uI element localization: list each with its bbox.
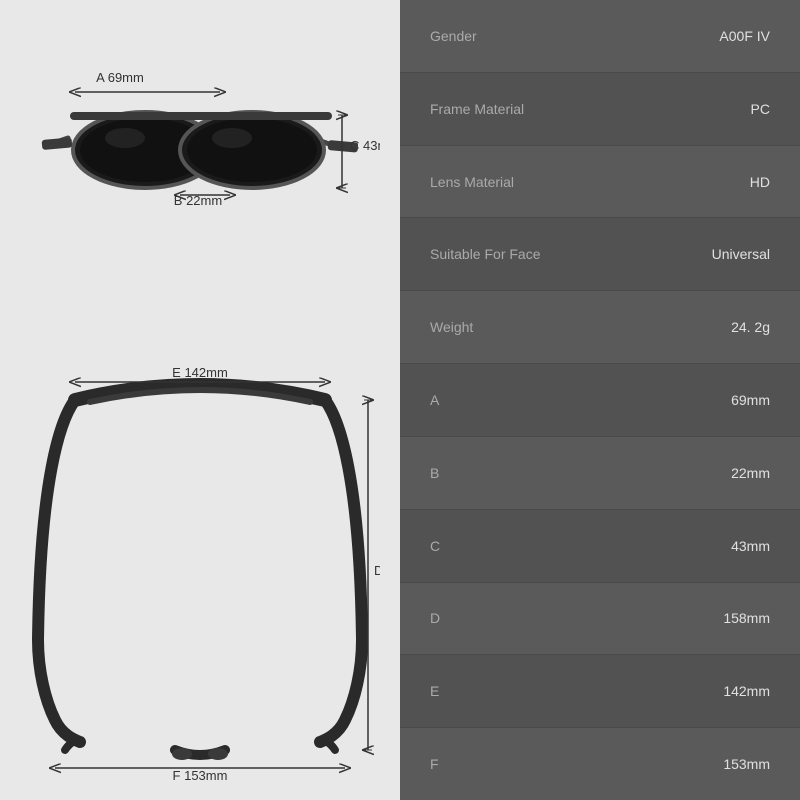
spec-row: Suitable For Face Universal bbox=[400, 218, 800, 291]
spec-row: Weight 24. 2g bbox=[400, 291, 800, 364]
spec-label: Suitable For Face bbox=[430, 246, 541, 262]
spec-label: B bbox=[430, 465, 439, 481]
spec-row: D 158mm bbox=[400, 583, 800, 656]
spec-label: Gender bbox=[430, 28, 477, 44]
spec-label: C bbox=[430, 538, 440, 554]
spec-value: Universal bbox=[712, 246, 770, 262]
spec-label: D bbox=[430, 610, 440, 626]
dim-c-label: C 43mm bbox=[350, 138, 380, 153]
spec-row: Lens Material HD bbox=[400, 146, 800, 219]
spec-label: Frame Material bbox=[430, 101, 524, 117]
top-diagram-svg: A 69mm B 22mm C 43mm bbox=[20, 20, 380, 360]
spec-value: A00F IV bbox=[719, 28, 770, 44]
dim-a-label: A 69mm bbox=[96, 70, 144, 85]
bottom-diagram-svg: D 158mm E 142mm F 153mm bbox=[20, 360, 380, 780]
spec-label: A bbox=[430, 392, 439, 408]
spec-label: Lens Material bbox=[430, 174, 514, 190]
left-panel: A 69mm B 22mm C 43mm bbox=[0, 0, 400, 800]
spec-row: E 142mm bbox=[400, 655, 800, 728]
spec-value: 43mm bbox=[731, 538, 770, 554]
spec-value: 22mm bbox=[731, 465, 770, 481]
spec-row: A 69mm bbox=[400, 364, 800, 437]
spec-value: 69mm bbox=[731, 392, 770, 408]
bottom-diagram: D 158mm E 142mm F 153mm bbox=[20, 360, 380, 780]
dim-f-label: F 153mm bbox=[173, 768, 228, 780]
spec-value: 142mm bbox=[723, 683, 770, 699]
right-panel: Gender A00F IV Frame Material PC Lens Materi… bbox=[400, 0, 800, 800]
spec-value: 153mm bbox=[723, 756, 770, 772]
spec-value: 158mm bbox=[723, 610, 770, 626]
spec-value: 24. 2g bbox=[731, 319, 770, 335]
spec-value: HD bbox=[750, 174, 770, 190]
dim-d-label: D 158mm bbox=[374, 563, 380, 578]
spec-row: C 43mm bbox=[400, 510, 800, 583]
spec-value: PC bbox=[751, 101, 770, 117]
spec-row: Gender A00F IV bbox=[400, 0, 800, 73]
spec-row: B 22mm bbox=[400, 437, 800, 510]
spec-label: F bbox=[430, 756, 439, 772]
spec-row: Frame Material PC bbox=[400, 73, 800, 146]
spec-label: E bbox=[430, 683, 439, 699]
spec-row: F 153mm bbox=[400, 728, 800, 800]
spec-label: Weight bbox=[430, 319, 473, 335]
top-diagram: A 69mm B 22mm C 43mm bbox=[20, 20, 380, 360]
dim-e-label: E 142mm bbox=[172, 365, 228, 380]
